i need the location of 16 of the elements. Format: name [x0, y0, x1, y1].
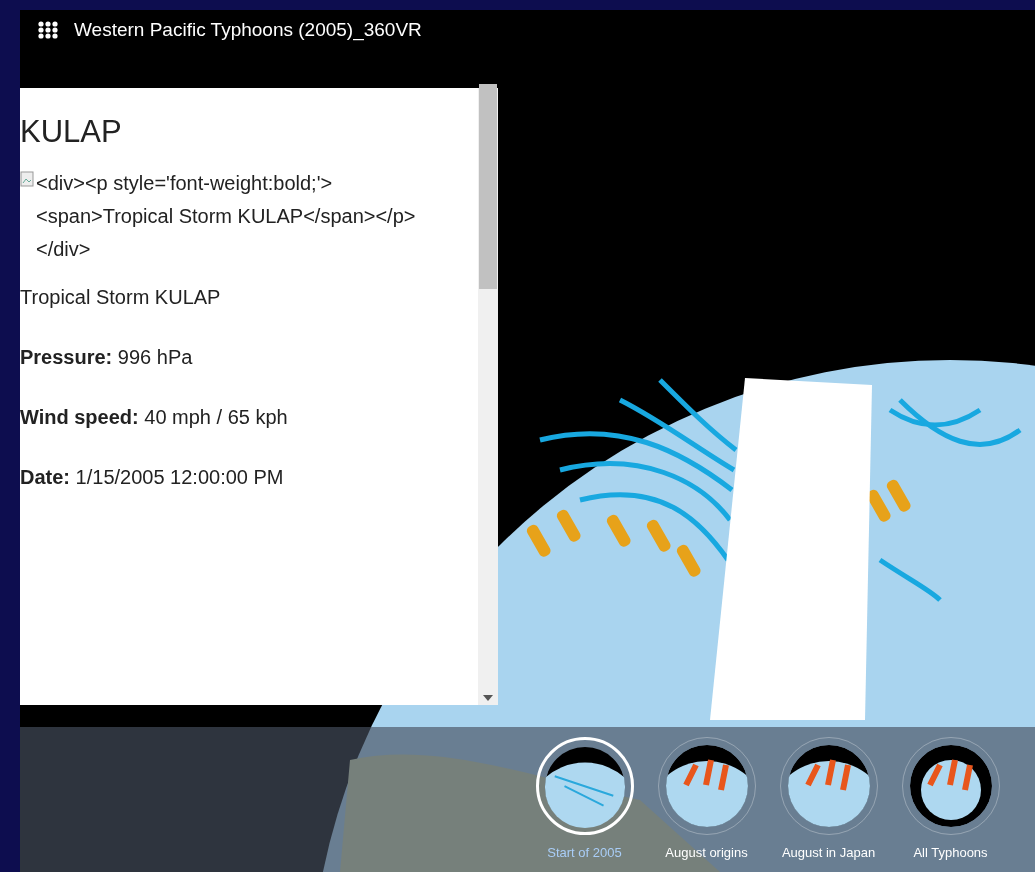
- popup-field: Pressure: 996 hPa: [20, 342, 466, 372]
- broken-image-text: <div><p style='font-weight:bold;'><span>Tropical Storm KULAP</span></p></div>: [36, 171, 417, 262]
- globe-thumbnail-icon: [909, 745, 992, 827]
- app-title: Western Pacific Typhoons (2005)_360VR: [74, 17, 422, 43]
- storm-track: [878, 557, 942, 602]
- popup-field: Wind speed: 40 mph / 65 kph: [20, 402, 466, 432]
- globe-thumbnail-icon: [787, 745, 870, 827]
- popup-heading: Tropical Storm KULAP: [20, 285, 222, 310]
- globe-thumbnail-icon: [665, 745, 748, 827]
- broken-image-icon: [20, 171, 34, 187]
- scroll-down-icon[interactable]: [483, 695, 493, 701]
- app-grid-icon[interactable]: [38, 21, 58, 39]
- scrollbar-thumb[interactable]: [479, 84, 497, 289]
- popup-field: Date: 1/15/2005 12:00:00 PM: [20, 462, 466, 492]
- popup-title: KULAP: [20, 116, 123, 147]
- globe-thumbnail-icon: [544, 746, 625, 828]
